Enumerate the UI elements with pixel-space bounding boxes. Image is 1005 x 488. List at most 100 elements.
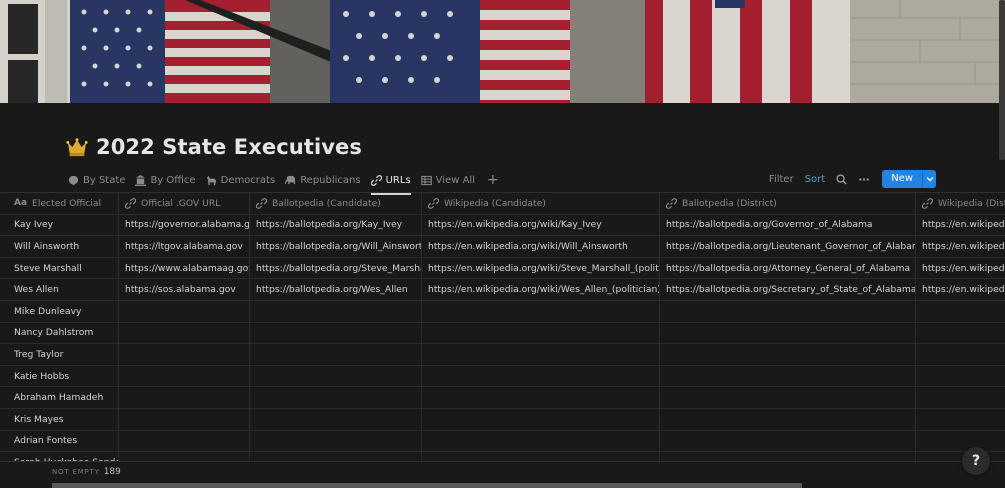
- cell-wikipedia-district[interactable]: [916, 366, 1005, 387]
- cell-gov-url[interactable]: https://www.alabamaag.gov: [119, 257, 250, 279]
- cell-elected-official[interactable]: Nancy Dahlstrom: [0, 322, 119, 344]
- cell-wikipedia-candidate[interactable]: [422, 322, 660, 344]
- cell-ballotpedia-district[interactable]: [660, 430, 916, 452]
- table-row[interactable]: Abraham Hamadeh: [0, 387, 1005, 409]
- cell-wikipedia-district[interactable]: [916, 323, 1005, 344]
- cell-elected-official[interactable]: Adrian Fontes: [0, 430, 119, 452]
- cell-wikipedia-district[interactable]: https://en.wikipedia: [916, 215, 1005, 236]
- cell-gov-url[interactable]: [119, 322, 250, 344]
- cell-gov-url[interactable]: [119, 387, 250, 408]
- cell-elected-official[interactable]: Mike Dunleavy: [0, 300, 119, 322]
- tab-republicans[interactable]: Republicans: [285, 169, 361, 191]
- cell-ballotpedia-district[interactable]: https://ballotpedia.org/Secretary_of_Sta…: [660, 279, 916, 300]
- cell-elected-official[interactable]: Treg Taylor: [0, 344, 119, 365]
- cell-wikipedia-district[interactable]: [916, 301, 1005, 322]
- cell-ballotpedia-district[interactable]: https://ballotpedia.org/Lieutenant_Gover…: [660, 236, 916, 257]
- more-options-button[interactable]: [858, 174, 870, 185]
- cell-elected-official[interactable]: Wes Allen: [0, 279, 119, 300]
- cell-gov-url[interactable]: [119, 408, 250, 430]
- cell-ballotpedia-candidate[interactable]: https://ballotpedia.org/Wes_Allen: [250, 279, 422, 300]
- cell-wikipedia-candidate[interactable]: [422, 365, 660, 387]
- cell-wikipedia-candidate[interactable]: https://en.wikipedia.org/wiki/Wes_Allen_…: [422, 279, 660, 300]
- tab-democrats[interactable]: Democrats: [206, 169, 275, 191]
- cell-ballotpedia-candidate[interactable]: https://ballotpedia.org/Kay_Ivey: [250, 214, 422, 236]
- new-button[interactable]: New: [882, 170, 936, 188]
- cell-wikipedia-district[interactable]: https://en.wikipedia: [916, 236, 1005, 257]
- cell-ballotpedia-district[interactable]: [660, 408, 916, 430]
- cell-elected-official[interactable]: Katie Hobbs: [0, 365, 119, 387]
- column-header-ballotpedia-district[interactable]: Ballotpedia (District): [660, 193, 916, 214]
- page-title[interactable]: 2022 State Executives: [96, 135, 362, 159]
- column-header-ballotpedia-candidate[interactable]: Ballotpedia (Candidate): [250, 193, 422, 214]
- column-header-gov-url[interactable]: Official .GOV URL: [119, 193, 250, 214]
- cell-ballotpedia-candidate[interactable]: [250, 365, 422, 387]
- cell-wikipedia-candidate[interactable]: [422, 344, 660, 365]
- table-row[interactable]: Steve Marshall https://www.alabamaag.gov…: [0, 257, 1005, 280]
- cell-wikipedia-candidate[interactable]: https://en.wikipedia.org/wiki/Kay_Ivey: [422, 214, 660, 236]
- tab-by-office[interactable]: By Office: [135, 169, 196, 191]
- cell-gov-url[interactable]: [119, 365, 250, 387]
- cell-elected-official[interactable]: Abraham Hamadeh: [0, 387, 119, 408]
- table-row[interactable]: Will Ainsworth https://ltgov.alabama.gov…: [0, 236, 1005, 258]
- cell-ballotpedia-district[interactable]: [660, 300, 916, 322]
- add-view-button[interactable]: +: [487, 173, 499, 187]
- cell-gov-url[interactable]: [119, 430, 250, 452]
- cell-elected-official[interactable]: Will Ainsworth: [0, 236, 119, 257]
- table-row[interactable]: Katie Hobbs: [0, 365, 1005, 388]
- cell-ballotpedia-candidate[interactable]: https://ballotpedia.org/Will_Ainsworth: [250, 236, 422, 257]
- vertical-scrollbar[interactable]: [999, 0, 1005, 160]
- new-dropdown-button[interactable]: [922, 170, 936, 188]
- cell-wikipedia-district[interactable]: [916, 387, 1005, 408]
- cell-elected-official[interactable]: Kay Ivey: [0, 214, 119, 236]
- cell-wikipedia-candidate[interactable]: [422, 387, 660, 408]
- tab-urls[interactable]: URLs: [370, 169, 411, 195]
- column-header-elected-official[interactable]: Aa Elected Official: [0, 193, 119, 214]
- cell-gov-url[interactable]: [119, 300, 250, 322]
- cell-wikipedia-candidate[interactable]: [422, 408, 660, 430]
- table-row[interactable]: Mike Dunleavy: [0, 300, 1005, 323]
- table-row[interactable]: Adrian Fontes: [0, 430, 1005, 453]
- cell-wikipedia-candidate[interactable]: https://en.wikipedia.org/wiki/Steve_Mars…: [422, 257, 660, 279]
- help-button[interactable]: ?: [962, 447, 990, 475]
- cell-wikipedia-candidate[interactable]: https://en.wikipedia.org/wiki/Will_Ainsw…: [422, 236, 660, 257]
- cell-elected-official[interactable]: Steve Marshall: [0, 257, 119, 279]
- cell-gov-url[interactable]: https://sos.alabama.gov: [119, 279, 250, 300]
- crown-icon[interactable]: [66, 136, 88, 158]
- horizontal-scrollbar[interactable]: [52, 483, 802, 488]
- column-header-wikipedia-district[interactable]: Wikipedia (Distr: [916, 193, 1005, 214]
- cell-gov-url[interactable]: https://governor.alabama.gov/: [119, 214, 250, 236]
- cell-wikipedia-candidate[interactable]: [422, 300, 660, 322]
- table-row[interactable]: Treg Taylor: [0, 344, 1005, 366]
- cell-ballotpedia-candidate[interactable]: [250, 322, 422, 344]
- cell-ballotpedia-district[interactable]: [660, 322, 916, 344]
- cell-ballotpedia-candidate[interactable]: [250, 300, 422, 322]
- cell-ballotpedia-district[interactable]: [660, 344, 916, 365]
- cell-wikipedia-candidate[interactable]: [422, 430, 660, 452]
- filter-button[interactable]: Filter: [769, 174, 794, 185]
- cell-ballotpedia-candidate[interactable]: [250, 408, 422, 430]
- cell-ballotpedia-district[interactable]: https://ballotpedia.org/Governor_of_Alab…: [660, 214, 916, 236]
- table-row[interactable]: Kris Mayes: [0, 408, 1005, 431]
- cell-wikipedia-district[interactable]: [916, 409, 1005, 430]
- cell-ballotpedia-candidate[interactable]: [250, 430, 422, 452]
- column-header-wikipedia-candidate[interactable]: Wikipedia (Candidate): [422, 193, 660, 214]
- column-calculation[interactable]: NOT EMPTY 189: [52, 467, 121, 477]
- cell-wikipedia-district[interactable]: [916, 344, 1005, 365]
- tab-by-state[interactable]: By State: [68, 169, 125, 191]
- cell-elected-official[interactable]: Kris Mayes: [0, 408, 119, 430]
- tab-view-all[interactable]: View All: [420, 169, 475, 191]
- cell-gov-url[interactable]: https://ltgov.alabama.gov: [119, 236, 250, 257]
- cell-ballotpedia-district[interactable]: https://ballotpedia.org/Attorney_General…: [660, 257, 916, 279]
- cell-ballotpedia-candidate[interactable]: [250, 344, 422, 365]
- sort-button[interactable]: Sort: [805, 174, 826, 185]
- cell-ballotpedia-candidate[interactable]: [250, 387, 422, 408]
- cell-ballotpedia-candidate[interactable]: https://ballotpedia.org/Steve_Marshall: [250, 257, 422, 279]
- cell-ballotpedia-district[interactable]: [660, 387, 916, 408]
- search-button[interactable]: [836, 173, 847, 185]
- cell-wikipedia-district[interactable]: https://en.wikipedia: [916, 279, 1005, 300]
- table-row[interactable]: Nancy Dahlstrom: [0, 322, 1005, 345]
- cell-gov-url[interactable]: [119, 344, 250, 365]
- cell-ballotpedia-district[interactable]: [660, 365, 916, 387]
- cell-wikipedia-district[interactable]: [916, 431, 1005, 452]
- cell-wikipedia-district[interactable]: https://en.wikipedia: [916, 258, 1005, 279]
